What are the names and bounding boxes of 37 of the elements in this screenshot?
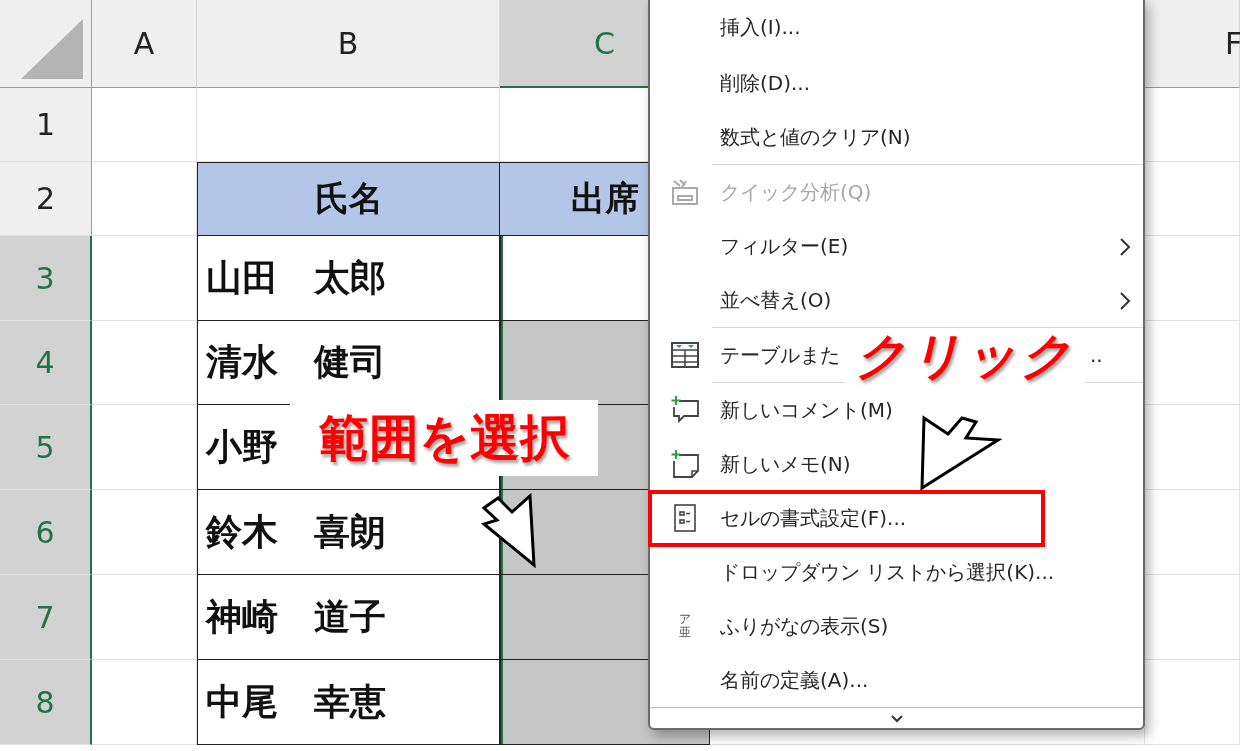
row-header[interactable]: 5 <box>0 405 92 490</box>
grid-cell[interactable] <box>92 575 197 660</box>
menu-item[interactable]: 新しいコメント(M) <box>650 383 1143 437</box>
menu-item[interactable]: 名前の定義(A)... <box>650 653 1143 707</box>
menu-item[interactable]: 新しいメモ(N) <box>650 437 1143 491</box>
grid-cell[interactable] <box>92 236 197 321</box>
menu-item[interactable]: 並べ替え(O) <box>650 273 1143 327</box>
format-cells-icon <box>673 503 697 533</box>
pointer-arrow-icon <box>918 414 1002 492</box>
menu-item[interactable]: ドロップダウン リストから選択(K)... <box>650 545 1143 599</box>
row-header[interactable]: 2 <box>0 162 92 236</box>
row-header[interactable]: 3 <box>0 236 92 321</box>
menu-item[interactable]: ア 亜 ふりがなの表示(S) <box>650 599 1143 653</box>
column-header[interactable]: F <box>1145 0 1240 88</box>
new-note-icon <box>670 449 700 479</box>
column-header[interactable]: B <box>197 0 500 88</box>
row-header[interactable]: 4 <box>0 321 92 405</box>
annotation-tooltip: 範囲を選択 <box>290 400 598 476</box>
pointer-arrow-icon <box>480 492 538 568</box>
menu-item[interactable]: 数式と値のクリア(N) <box>650 110 1143 164</box>
column-header[interactable]: A <box>92 0 197 88</box>
row-header[interactable]: 7 <box>0 575 92 660</box>
grid-cell[interactable] <box>92 490 197 575</box>
table-icon <box>670 341 700 369</box>
quick-analysis-icon <box>670 178 700 206</box>
grid-cell[interactable] <box>92 321 197 405</box>
grid-cell[interactable] <box>92 405 197 490</box>
row-header[interactable]: 1 <box>0 88 92 162</box>
grid-cell[interactable] <box>92 660 197 745</box>
row-header[interactable]: 6 <box>0 490 92 575</box>
row-header[interactable]: 8 <box>0 660 92 745</box>
table-header-cell: 氏名 <box>197 162 500 236</box>
new-comment-icon <box>670 395 700 425</box>
furigana-icon: ア 亜 <box>679 613 691 639</box>
scroll-down-icon[interactable] <box>889 713 904 723</box>
grid-cell[interactable] <box>92 88 197 162</box>
menu-item[interactable]: セルの書式設定(F)... <box>650 491 1143 545</box>
